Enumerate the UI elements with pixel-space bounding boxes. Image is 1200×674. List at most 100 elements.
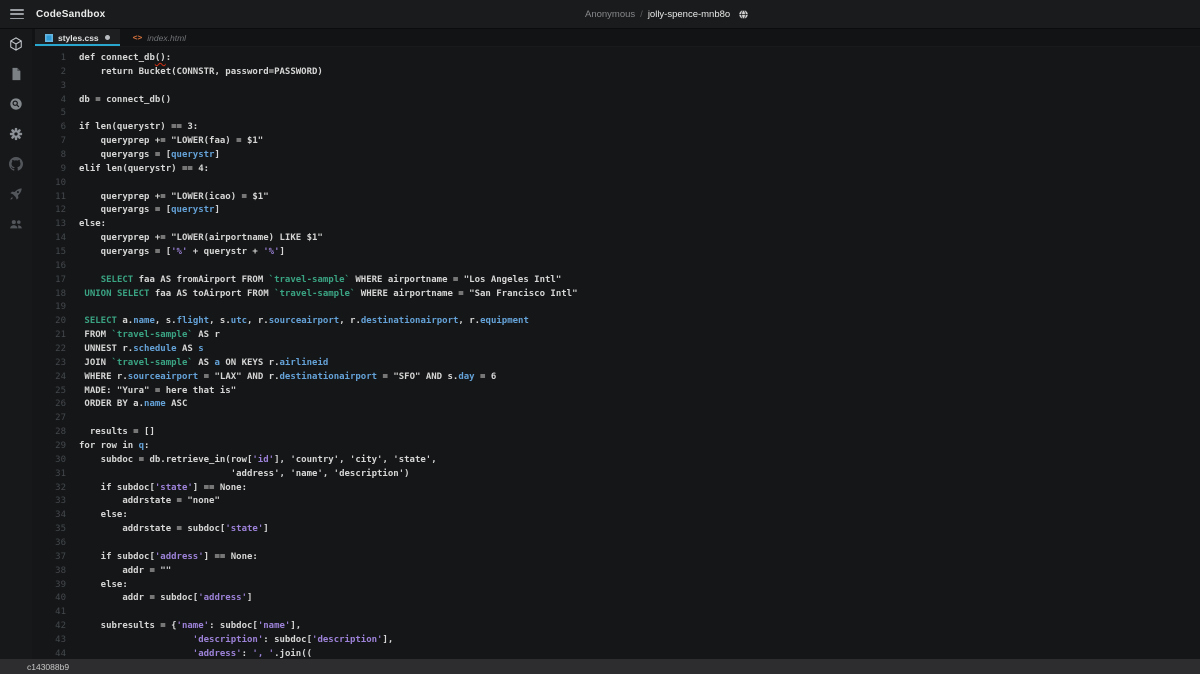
line-number: 27 bbox=[32, 413, 79, 423]
line-number: 40 bbox=[32, 593, 79, 603]
line-number: 42 bbox=[32, 621, 79, 631]
user-name[interactable]: Anonymous bbox=[585, 9, 635, 20]
code-line: 30 subdoc = db.retrieve_in(row['id'], 'c… bbox=[32, 453, 1200, 467]
sidebar-item-github[interactable] bbox=[9, 157, 23, 171]
code-text: elif len(querystr) == 4: bbox=[79, 164, 209, 174]
line-number: 34 bbox=[32, 510, 79, 520]
code-text: queryprep += "LOWER(icao) = $1" bbox=[79, 192, 269, 202]
sidebar-item-search[interactable] bbox=[9, 97, 23, 111]
line-number: 8 bbox=[32, 150, 79, 160]
line-number: 17 bbox=[32, 275, 79, 285]
css-file-icon bbox=[45, 34, 53, 42]
code-text: if subdoc['state'] == None: bbox=[79, 483, 247, 493]
line-number: 5 bbox=[32, 108, 79, 118]
code-line: 21 FROM `travel-sample` AS r bbox=[32, 328, 1200, 342]
code-line: 34 else: bbox=[32, 508, 1200, 522]
code-text: UNION SELECT faa AS toAirport FROM `trav… bbox=[79, 289, 578, 299]
gear-icon bbox=[9, 127, 23, 141]
sidebar-item-live-collaboration[interactable] bbox=[9, 217, 23, 231]
line-number: 44 bbox=[32, 649, 79, 659]
code-text: queryargs = [querystr] bbox=[79, 205, 220, 215]
code-text: queryargs = ['%' + querystr + '%'] bbox=[79, 247, 285, 257]
code-text: 'address': ', '.join(( bbox=[79, 649, 312, 659]
status-bar: c143088b9 bbox=[0, 659, 1200, 674]
code-line: 3 bbox=[32, 79, 1200, 93]
unsaved-dot bbox=[105, 35, 110, 40]
code-line: 13else: bbox=[32, 217, 1200, 231]
top-header: CodeSandbox Anonymous / jolly-spence-mnb… bbox=[0, 0, 1200, 29]
code-editor[interactable]: 1def connect_db():2 return Bucket(CONNST… bbox=[32, 47, 1200, 659]
code-line: 31 'address', 'name', 'description') bbox=[32, 467, 1200, 481]
code-line: 23 JOIN `travel-sample` AS a ON KEYS r.a… bbox=[32, 356, 1200, 370]
app-title: CodeSandbox bbox=[36, 9, 105, 20]
line-number: 28 bbox=[32, 427, 79, 437]
globe-icon[interactable] bbox=[738, 9, 749, 20]
code-line: 8 queryargs = [querystr] bbox=[32, 148, 1200, 162]
line-number: 38 bbox=[32, 566, 79, 576]
status-text: c143088b9 bbox=[27, 662, 69, 672]
file-icon bbox=[9, 67, 23, 81]
code-line: 17 SELECT faa AS fromAirport FROM `trave… bbox=[32, 273, 1200, 287]
line-number: 19 bbox=[32, 302, 79, 312]
code-text: queryprep += "LOWER(airportname) LIKE $1… bbox=[79, 233, 323, 243]
code-line: 36 bbox=[32, 536, 1200, 550]
line-number: 37 bbox=[32, 552, 79, 562]
code-text: queryprep += "LOWER(faa) = $1" bbox=[79, 136, 263, 146]
line-number: 39 bbox=[32, 580, 79, 590]
code-line: 6if len(querystr) == 3: bbox=[32, 120, 1200, 134]
code-line: 26 ORDER BY a.name ASC bbox=[32, 397, 1200, 411]
line-number: 30 bbox=[32, 455, 79, 465]
sidebar-item-project-overview[interactable] bbox=[9, 37, 23, 51]
code-line: 2 return Bucket(CONNSTR, password=PASSWO… bbox=[32, 65, 1200, 79]
line-number: 1 bbox=[32, 53, 79, 63]
code-text: FROM `travel-sample` AS r bbox=[79, 330, 220, 340]
code-text: for row in q: bbox=[79, 441, 149, 451]
code-text: JOIN `travel-sample` AS a ON KEYS r.airl… bbox=[79, 358, 328, 368]
code-line: 35 addrstate = subdoc['state'] bbox=[32, 522, 1200, 536]
line-number: 20 bbox=[32, 316, 79, 326]
line-number: 3 bbox=[32, 81, 79, 91]
code-line: 14 queryprep += "LOWER(airportname) LIKE… bbox=[32, 231, 1200, 245]
sidebar-item-settings[interactable] bbox=[9, 127, 23, 141]
tab-label: index.html bbox=[147, 33, 186, 43]
code-line: 1def connect_db(): bbox=[32, 51, 1200, 65]
line-number: 35 bbox=[32, 524, 79, 534]
activity-sidebar bbox=[0, 29, 32, 659]
line-number: 4 bbox=[32, 95, 79, 105]
code-line: 28 results = [] bbox=[32, 425, 1200, 439]
line-number: 16 bbox=[32, 261, 79, 271]
line-number: 29 bbox=[32, 441, 79, 451]
code-line: 38 addr = "" bbox=[32, 564, 1200, 578]
code-text: def connect_db(): bbox=[79, 53, 171, 63]
code-line: 19 bbox=[32, 300, 1200, 314]
code-line: 29for row in q: bbox=[32, 439, 1200, 453]
code-line: 27 bbox=[32, 411, 1200, 425]
sandbox-name[interactable]: jolly-spence-mnb8o bbox=[648, 9, 730, 20]
code-text: addr = subdoc['address'] bbox=[79, 593, 252, 603]
code-text: addrstate = "none" bbox=[79, 496, 220, 506]
sidebar-item-files[interactable] bbox=[9, 67, 23, 81]
code-line: 12 queryargs = [querystr] bbox=[32, 203, 1200, 217]
code-line: 33 addrstate = "none" bbox=[32, 495, 1200, 509]
code-line: 32 if subdoc['state'] == None: bbox=[32, 481, 1200, 495]
tab-label: styles.css bbox=[58, 33, 99, 43]
breadcrumb-separator: / bbox=[640, 9, 643, 20]
line-number: 22 bbox=[32, 344, 79, 354]
sidebar-item-deployment[interactable] bbox=[9, 187, 23, 201]
code-line: 37 if subdoc['address'] == None: bbox=[32, 550, 1200, 564]
tab-index-html[interactable]: <> index.html bbox=[123, 29, 196, 46]
code-text: if subdoc['address'] == None: bbox=[79, 552, 258, 562]
line-number: 32 bbox=[32, 483, 79, 493]
code-text: subdoc = db.retrieve_in(row['id'], 'coun… bbox=[79, 455, 437, 465]
line-number: 41 bbox=[32, 607, 79, 617]
tab-styles-css[interactable]: styles.css bbox=[35, 29, 120, 46]
code-line: 42 subresults = {'name': subdoc['name'], bbox=[32, 619, 1200, 633]
code-text: 'address', 'name', 'description') bbox=[79, 469, 410, 479]
line-number: 26 bbox=[32, 399, 79, 409]
line-number: 7 bbox=[32, 136, 79, 146]
hamburger-menu-icon[interactable] bbox=[10, 9, 24, 19]
line-number: 10 bbox=[32, 178, 79, 188]
line-number: 43 bbox=[32, 635, 79, 645]
code-line: 9elif len(querystr) == 4: bbox=[32, 162, 1200, 176]
code-text: db = connect_db() bbox=[79, 95, 171, 105]
